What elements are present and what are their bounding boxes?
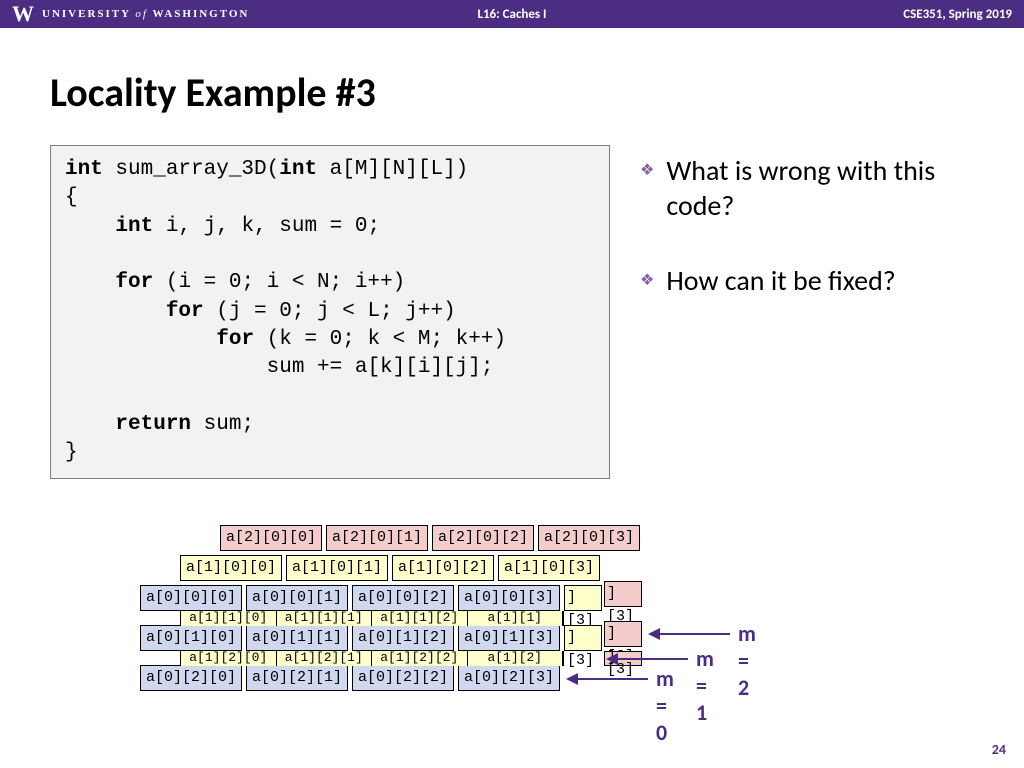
- uw-logo-w: W: [12, 1, 34, 27]
- cell: a[0][1][0]: [140, 625, 242, 651]
- slide-content: Locality Example #3 int sum_array_3D(int…: [0, 28, 1024, 479]
- cell: a[1][0][0]: [180, 555, 282, 581]
- arrow-left-icon: [606, 653, 618, 665]
- cell-tail: ][3]: [604, 581, 642, 607]
- code-block: int sum_array_3D(int a[M][N][L]) { int i…: [50, 145, 610, 479]
- cell: a[2][0][1]: [326, 525, 428, 551]
- peek-row: a[1][1][0]a[1][1][1]a[1][1][2]a[1][1]: [180, 611, 564, 626]
- university-label: UNIVERSITY of WASHINGTON: [42, 8, 249, 20]
- diamond-bullet-icon: ❖: [640, 161, 654, 223]
- arrow-line: [578, 678, 648, 680]
- cell: a[2][0][2]: [432, 525, 534, 551]
- cell: a[0][1][2]: [352, 625, 454, 651]
- cell: a[0][0][1]: [246, 585, 348, 611]
- arrow-left-icon: [648, 628, 660, 640]
- cell: a[0][1][3]: [458, 625, 560, 651]
- question-2: ❖ How can it be fixed?: [640, 263, 974, 298]
- question-1: ❖ What is wrong with this code?: [640, 153, 974, 223]
- slide-title: Locality Example #3: [50, 68, 974, 117]
- arrow-line: [660, 633, 730, 635]
- cell: a[0][0][0]: [140, 585, 242, 611]
- cell: a[0][2][0]: [140, 665, 242, 691]
- cell: a[0][2][3]: [458, 665, 560, 691]
- header-left: W UNIVERSITY of WASHINGTON: [12, 1, 249, 27]
- cell: a[0][0][3]: [458, 585, 560, 611]
- slide-header: W UNIVERSITY of WASHINGTON L16: Caches I…: [0, 0, 1024, 28]
- arrow-left-icon: [566, 673, 578, 685]
- cell-tail: ][3]: [564, 625, 602, 651]
- cell: a[0][2][1]: [246, 665, 348, 691]
- peek-row: a[1][2][0]a[1][2][1]a[1][2][2]a[1][2]: [180, 651, 564, 666]
- label-m2: m = 2: [738, 620, 756, 701]
- label-m1: m = 1: [696, 645, 714, 726]
- cell: a[0][1][1]: [246, 625, 348, 651]
- cell: a[2][0][3]: [538, 525, 640, 551]
- main-row: int sum_array_3D(int a[M][N][L]) { int i…: [50, 145, 974, 479]
- cell: a[0][2][2]: [352, 665, 454, 691]
- cell-tail: ][3]: [604, 621, 642, 647]
- cell: a[1][0][3]: [498, 555, 600, 581]
- questions-col: ❖ What is wrong with this code? ❖ How ca…: [640, 145, 974, 338]
- label-m0: m = 0: [656, 665, 674, 746]
- cell-tail: ][3]: [564, 585, 602, 611]
- lecture-title: L16: Caches I: [477, 7, 546, 22]
- diamond-bullet-icon: ❖: [640, 271, 654, 298]
- cell: a[0][0][2]: [352, 585, 454, 611]
- cell: a[1][0][2]: [392, 555, 494, 581]
- course-label: CSE351, Spring 2019: [903, 7, 1012, 22]
- cell: a[2][0][0]: [220, 525, 322, 551]
- cell: a[1][0][1]: [286, 555, 388, 581]
- page-number: 24: [992, 741, 1006, 758]
- arrow-line: [618, 658, 688, 660]
